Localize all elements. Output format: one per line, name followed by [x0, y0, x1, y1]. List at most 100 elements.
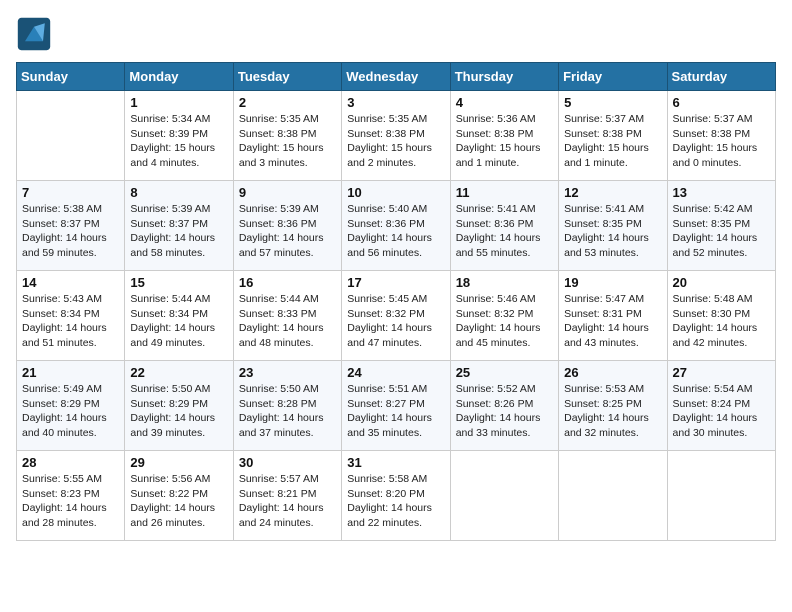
day-number: 2: [239, 95, 336, 110]
calendar-cell: 18 Sunrise: 5:46 AM Sunset: 8:32 PM Dayli…: [450, 271, 558, 361]
calendar-cell: 7Sunrise: 5:38 AM Sunset: 8:37 PM Daylig…: [17, 181, 125, 271]
calendar-cell: [559, 451, 667, 541]
day-number: 13: [673, 185, 770, 200]
day-number: 23: [239, 365, 336, 380]
day-info: Sunrise: 5:43 AM Sunset: 8:34 PM Dayligh…: [22, 292, 119, 351]
header-saturday: Saturday: [667, 63, 775, 91]
calendar-cell: 10 Sunrise: 5:40 AM Sunset: 8:36 PM Dayli…: [342, 181, 450, 271]
day-number: 20: [673, 275, 770, 290]
day-info: Sunrise: 5:45 AM Sunset: 8:32 PM Dayligh…: [347, 292, 444, 351]
calendar-cell: 9 Sunrise: 5:39 AM Sunset: 8:36 PM Daylig…: [233, 181, 341, 271]
calendar-cell: 3 Sunrise: 5:35 AM Sunset: 8:38 PM Daylig…: [342, 91, 450, 181]
calendar-cell: 6 Sunrise: 5:37 AM Sunset: 8:38 PM Daylig…: [667, 91, 775, 181]
day-info: Sunrise: 5:38 AM Sunset: 8:37 PM Dayligh…: [22, 202, 119, 261]
calendar-cell: 4Sunrise: 5:36 AM Sunset: 8:38 PM Daylig…: [450, 91, 558, 181]
day-number: 27: [673, 365, 770, 380]
day-info: Sunrise: 5:49 AM Sunset: 8:29 PM Dayligh…: [22, 382, 119, 441]
day-info: Sunrise: 5:40 AM Sunset: 8:36 PM Dayligh…: [347, 202, 444, 261]
day-info: Sunrise: 5:44 AM Sunset: 8:34 PM Dayligh…: [130, 292, 227, 351]
week-row-5: 28Sunrise: 5:55 AM Sunset: 8:23 PM Dayli…: [17, 451, 776, 541]
header-sunday: Sunday: [17, 63, 125, 91]
day-number: 4: [456, 95, 553, 110]
day-info: Sunrise: 5:41 AM Sunset: 8:36 PM Dayligh…: [456, 202, 553, 261]
day-number: 31: [347, 455, 444, 470]
day-number: 18: [456, 275, 553, 290]
calendar-cell: 23 Sunrise: 5:50 AM Sunset: 8:28 PM Dayli…: [233, 361, 341, 451]
day-info: Sunrise: 5:58 AM Sunset: 8:20 PM Dayligh…: [347, 472, 444, 531]
day-info: Sunrise: 5:37 AM Sunset: 8:38 PM Dayligh…: [564, 112, 661, 171]
day-info: Sunrise: 5:35 AM Sunset: 8:38 PM Dayligh…: [347, 112, 444, 171]
week-row-1: 1 Sunrise: 5:34 AM Sunset: 8:39 PM Daylig…: [17, 91, 776, 181]
day-number: 1: [130, 95, 227, 110]
page-header: [16, 16, 776, 52]
calendar-cell: 11 Sunrise: 5:41 AM Sunset: 8:36 PM Dayli…: [450, 181, 558, 271]
day-number: 21: [22, 365, 119, 380]
day-info: Sunrise: 5:39 AM Sunset: 8:36 PM Dayligh…: [239, 202, 336, 261]
calendar-header-row: SundayMondayTuesdayWednesdayThursdayFrid…: [17, 63, 776, 91]
day-number: 15: [130, 275, 227, 290]
day-number: 3: [347, 95, 444, 110]
day-info: Sunrise: 5:56 AM Sunset: 8:22 PM Dayligh…: [130, 472, 227, 531]
calendar-cell: 13 Sunrise: 5:42 AM Sunset: 8:35 PM Dayli…: [667, 181, 775, 271]
day-info: Sunrise: 5:42 AM Sunset: 8:35 PM Dayligh…: [673, 202, 770, 261]
day-info: Sunrise: 5:46 AM Sunset: 8:32 PM Dayligh…: [456, 292, 553, 351]
day-number: 8: [130, 185, 227, 200]
day-info: Sunrise: 5:37 AM Sunset: 8:38 PM Dayligh…: [673, 112, 770, 171]
calendar-cell: 15 Sunrise: 5:44 AM Sunset: 8:34 PM Dayli…: [125, 271, 233, 361]
day-info: Sunrise: 5:50 AM Sunset: 8:28 PM Dayligh…: [239, 382, 336, 441]
day-info: Sunrise: 5:48 AM Sunset: 8:30 PM Dayligh…: [673, 292, 770, 351]
calendar-cell: 28Sunrise: 5:55 AM Sunset: 8:23 PM Dayli…: [17, 451, 125, 541]
day-number: 6: [673, 95, 770, 110]
calendar-cell: 26 Sunrise: 5:53 AM Sunset: 8:25 PM Dayli…: [559, 361, 667, 451]
day-info: Sunrise: 5:44 AM Sunset: 8:33 PM Dayligh…: [239, 292, 336, 351]
calendar-cell: 14 Sunrise: 5:43 AM Sunset: 8:34 PM Dayli…: [17, 271, 125, 361]
day-number: 24: [347, 365, 444, 380]
week-row-2: 7Sunrise: 5:38 AM Sunset: 8:37 PM Daylig…: [17, 181, 776, 271]
day-number: 26: [564, 365, 661, 380]
calendar-cell: 2 Sunrise: 5:35 AM Sunset: 8:38 PM Daylig…: [233, 91, 341, 181]
calendar-cell: 21 Sunrise: 5:49 AM Sunset: 8:29 PM Dayli…: [17, 361, 125, 451]
day-number: 16: [239, 275, 336, 290]
calendar-cell: 27 Sunrise: 5:54 AM Sunset: 8:24 PM Dayli…: [667, 361, 775, 451]
calendar-cell: 19 Sunrise: 5:47 AM Sunset: 8:31 PM Dayli…: [559, 271, 667, 361]
calendar-cell: 30 Sunrise: 5:57 AM Sunset: 8:21 PM Dayli…: [233, 451, 341, 541]
day-info: Sunrise: 5:47 AM Sunset: 8:31 PM Dayligh…: [564, 292, 661, 351]
day-number: 17: [347, 275, 444, 290]
day-info: Sunrise: 5:35 AM Sunset: 8:38 PM Dayligh…: [239, 112, 336, 171]
day-number: 10: [347, 185, 444, 200]
day-info: Sunrise: 5:34 AM Sunset: 8:39 PM Dayligh…: [130, 112, 227, 171]
day-number: 30: [239, 455, 336, 470]
calendar-cell: 22 Sunrise: 5:50 AM Sunset: 8:29 PM Dayli…: [125, 361, 233, 451]
logo: [16, 16, 56, 52]
calendar-cell: 8Sunrise: 5:39 AM Sunset: 8:37 PM Daylig…: [125, 181, 233, 271]
day-number: 14: [22, 275, 119, 290]
day-number: 9: [239, 185, 336, 200]
day-number: 25: [456, 365, 553, 380]
calendar-cell: 24Sunrise: 5:51 AM Sunset: 8:27 PM Dayli…: [342, 361, 450, 451]
day-info: Sunrise: 5:55 AM Sunset: 8:23 PM Dayligh…: [22, 472, 119, 531]
calendar-cell: 31 Sunrise: 5:58 AM Sunset: 8:20 PM Dayli…: [342, 451, 450, 541]
day-number: 22: [130, 365, 227, 380]
calendar-cell: 29 Sunrise: 5:56 AM Sunset: 8:22 PM Dayli…: [125, 451, 233, 541]
day-number: 12: [564, 185, 661, 200]
calendar-cell: 1 Sunrise: 5:34 AM Sunset: 8:39 PM Daylig…: [125, 91, 233, 181]
day-info: Sunrise: 5:57 AM Sunset: 8:21 PM Dayligh…: [239, 472, 336, 531]
calendar-cell: [450, 451, 558, 541]
header-friday: Friday: [559, 63, 667, 91]
logo-icon: [16, 16, 52, 52]
calendar-cell: [17, 91, 125, 181]
day-number: 11: [456, 185, 553, 200]
day-info: Sunrise: 5:41 AM Sunset: 8:35 PM Dayligh…: [564, 202, 661, 261]
header-thursday: Thursday: [450, 63, 558, 91]
day-number: 5: [564, 95, 661, 110]
day-number: 19: [564, 275, 661, 290]
day-info: Sunrise: 5:50 AM Sunset: 8:29 PM Dayligh…: [130, 382, 227, 441]
week-row-3: 14 Sunrise: 5:43 AM Sunset: 8:34 PM Dayli…: [17, 271, 776, 361]
calendar-cell: 5 Sunrise: 5:37 AM Sunset: 8:38 PM Daylig…: [559, 91, 667, 181]
day-info: Sunrise: 5:53 AM Sunset: 8:25 PM Dayligh…: [564, 382, 661, 441]
day-number: 29: [130, 455, 227, 470]
calendar-cell: 16 Sunrise: 5:44 AM Sunset: 8:33 PM Dayli…: [233, 271, 341, 361]
header-wednesday: Wednesday: [342, 63, 450, 91]
day-info: Sunrise: 5:54 AM Sunset: 8:24 PM Dayligh…: [673, 382, 770, 441]
calendar-cell: 20 Sunrise: 5:48 AM Sunset: 8:30 PM Dayli…: [667, 271, 775, 361]
